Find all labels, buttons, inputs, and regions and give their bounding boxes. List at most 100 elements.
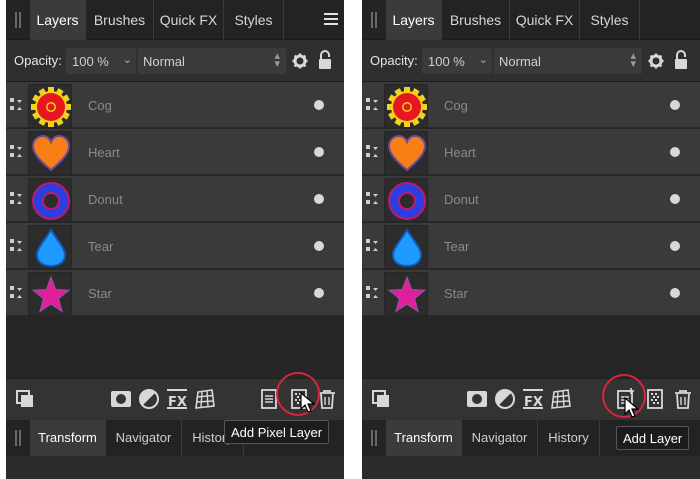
layer-name: Heart	[444, 145, 476, 160]
live-filter-icon[interactable]	[550, 388, 572, 410]
visibility-toggle[interactable]	[670, 100, 680, 110]
visibility-toggle[interactable]	[314, 194, 324, 204]
layer-drag-icon[interactable]	[10, 98, 24, 112]
tooltip-add-pixel-layer: Add Pixel Layer	[224, 420, 330, 444]
layer-thumbnail	[28, 131, 72, 175]
fx-icon[interactable]: FX	[166, 388, 188, 410]
opacity-value: 100 %	[72, 54, 109, 69]
tab-transform[interactable]: Transform	[30, 420, 106, 456]
chevron-down-icon[interactable]: ⌄	[123, 53, 132, 66]
layer-list: Cog Heart Donut Tear Star	[6, 82, 344, 378]
visibility-toggle[interactable]	[314, 147, 324, 157]
drag-grip-icon[interactable]	[14, 430, 24, 446]
drag-grip-icon[interactable]	[370, 12, 380, 28]
opacity-field[interactable]: 100 % ⌄	[422, 48, 492, 74]
visibility-toggle[interactable]	[314, 100, 324, 110]
tab-layers[interactable]: Layers	[30, 0, 86, 40]
visibility-toggle[interactable]	[670, 288, 680, 298]
layer-thumbnail	[384, 131, 428, 175]
layer-row-tear[interactable]: Tear	[362, 223, 700, 269]
drag-grip-icon[interactable]	[14, 12, 24, 28]
layer-thumbnail	[28, 178, 72, 222]
layer-drag-icon[interactable]	[366, 98, 380, 112]
chevron-down-icon[interactable]: ⌄	[479, 53, 488, 66]
opacity-label: Opacity:	[370, 53, 418, 68]
visibility-toggle[interactable]	[314, 241, 324, 251]
duplicate-icon[interactable]	[370, 388, 392, 410]
visibility-toggle[interactable]	[670, 147, 680, 157]
layer-list: Cog Heart Donut Tear Star	[362, 82, 700, 378]
cog-shape-icon	[31, 87, 71, 127]
tab-brushes[interactable]: Brushes	[442, 0, 510, 40]
tooltip-add-layer: Add Layer	[616, 426, 690, 450]
layer-drag-icon[interactable]	[10, 239, 24, 253]
layer-name: Heart	[88, 145, 120, 160]
layers-toolbar: FX	[362, 378, 700, 420]
layer-thumbnail	[28, 225, 72, 269]
layer-drag-icon[interactable]	[366, 192, 380, 206]
layer-name: Tear	[88, 239, 114, 254]
mask-icon[interactable]	[466, 388, 488, 410]
stepper-arrows-icon: ▴ ▾	[630, 50, 636, 70]
layer-thumbnail	[384, 272, 428, 316]
layer-drag-icon[interactable]	[10, 145, 24, 159]
layer-row-tear[interactable]: Tear	[6, 223, 344, 269]
fx-icon[interactable]: FX	[522, 388, 544, 410]
layer-thumbnail	[28, 272, 72, 316]
layer-name: Star	[444, 286, 468, 301]
blend-mode-select[interactable]: Normal ▴ ▾	[138, 48, 286, 74]
add-pixel-layer-icon[interactable]	[644, 388, 666, 410]
drag-grip-icon[interactable]	[370, 430, 380, 446]
tab-styles[interactable]: Styles	[224, 0, 284, 40]
layer-row-star[interactable]: Star	[362, 270, 700, 316]
layer-thumbnail	[384, 84, 428, 128]
tab-navigator[interactable]: Navigator	[462, 420, 538, 456]
opacity-label: Opacity:	[14, 53, 62, 68]
panel-menu-icon[interactable]	[324, 13, 338, 25]
layer-row-donut[interactable]: Donut	[6, 176, 344, 222]
layer-row-cog[interactable]: Cog	[6, 82, 344, 128]
adjustment-icon[interactable]	[494, 388, 516, 410]
duplicate-icon[interactable]	[14, 388, 36, 410]
layer-row-heart[interactable]: Heart	[6, 129, 344, 175]
tab-quick-fx[interactable]: Quick FX	[154, 0, 224, 40]
lock-icon[interactable]	[318, 50, 332, 70]
layer-row-cog[interactable]: Cog	[362, 82, 700, 128]
lock-icon[interactable]	[674, 50, 688, 70]
visibility-toggle[interactable]	[670, 241, 680, 251]
opacity-field[interactable]: 100 % ⌄	[66, 48, 136, 74]
trash-icon[interactable]	[672, 388, 694, 410]
panel-bottom-area	[362, 456, 700, 479]
layer-drag-icon[interactable]	[10, 192, 24, 206]
tab-navigator[interactable]: Navigator	[106, 420, 182, 456]
visibility-toggle[interactable]	[670, 194, 680, 204]
star-shape-icon	[31, 275, 71, 313]
panel-tab-bar: Layers Brushes Quick FX Styles	[362, 0, 700, 40]
tab-transform[interactable]: Transform	[386, 420, 462, 456]
tab-history[interactable]: History	[538, 420, 600, 456]
donut-shape-icon	[388, 182, 426, 220]
tab-quick-fx[interactable]: Quick FX	[510, 0, 580, 40]
gear-icon[interactable]	[292, 53, 308, 69]
star-shape-icon	[387, 275, 427, 313]
gear-icon[interactable]	[648, 53, 664, 69]
tab-layers[interactable]: Layers	[386, 0, 442, 40]
tab-styles[interactable]: Styles	[580, 0, 640, 40]
adjustment-icon[interactable]	[138, 388, 160, 410]
pointer-cursor-icon	[300, 392, 316, 413]
mask-icon[interactable]	[110, 388, 132, 410]
layer-row-star[interactable]: Star	[6, 270, 344, 316]
blend-mode-value: Normal	[143, 54, 185, 69]
layer-drag-icon[interactable]	[366, 239, 380, 253]
cog-shape-icon	[387, 87, 427, 127]
tab-brushes[interactable]: Brushes	[86, 0, 154, 40]
opacity-row: Opacity: 100 % ⌄ Normal ▴ ▾	[362, 40, 700, 82]
layer-drag-icon[interactable]	[366, 145, 380, 159]
blend-mode-select[interactable]: Normal ▴ ▾	[494, 48, 642, 74]
layer-drag-icon[interactable]	[10, 286, 24, 300]
layer-row-heart[interactable]: Heart	[362, 129, 700, 175]
layer-row-donut[interactable]: Donut	[362, 176, 700, 222]
live-filter-icon[interactable]	[194, 388, 216, 410]
layer-drag-icon[interactable]	[366, 286, 380, 300]
visibility-toggle[interactable]	[314, 288, 324, 298]
